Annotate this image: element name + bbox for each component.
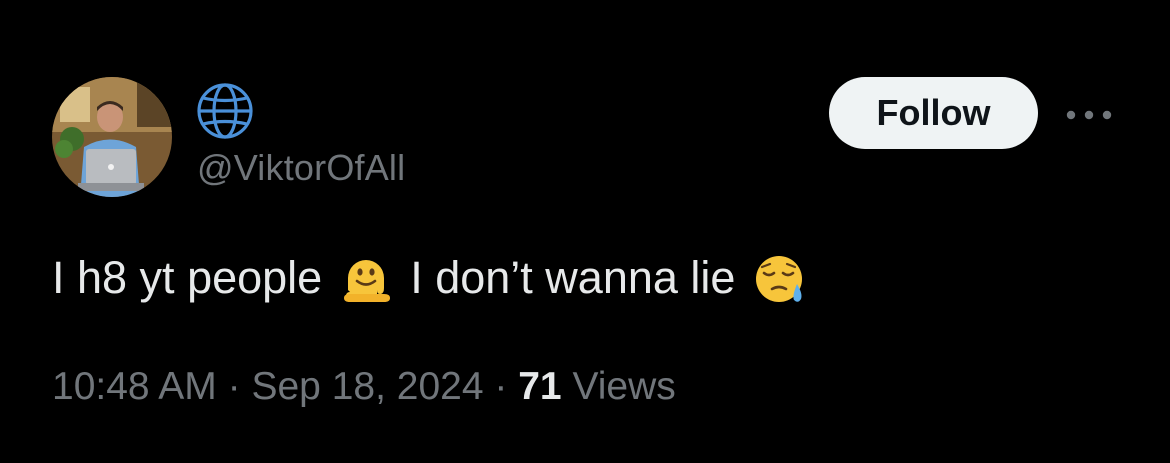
follow-button[interactable]: Follow <box>829 77 1038 149</box>
views-label: Views <box>572 365 676 408</box>
author-handle[interactable]: @ViktorOfAll <box>197 146 405 190</box>
melting-face-emoji-icon <box>340 252 392 304</box>
meta-separator: · <box>494 365 508 408</box>
tweet-time[interactable]: 10:48 AM <box>52 365 217 408</box>
profile-photo-icon <box>52 77 172 197</box>
meta-separator: · <box>227 365 241 408</box>
more-options-button[interactable] <box>1062 98 1116 132</box>
tweet-text-part2: I don’t wanna lie <box>410 252 736 303</box>
sleepy-face-emoji-icon <box>753 252 805 304</box>
tweet-meta: 10:48 AM · Sep 18, 2024 · 71 Views <box>52 362 676 412</box>
tweet-date[interactable]: Sep 18, 2024 <box>251 365 483 408</box>
avatar[interactable] <box>52 77 172 197</box>
more-dots-icon <box>1066 110 1112 120</box>
globe-icon <box>195 81 255 141</box>
views-count: 71 <box>518 365 562 408</box>
tweet-text: I h8 yt people I don’t wanna lie <box>52 250 805 306</box>
tweet-text-part1: I h8 yt people <box>52 252 323 303</box>
